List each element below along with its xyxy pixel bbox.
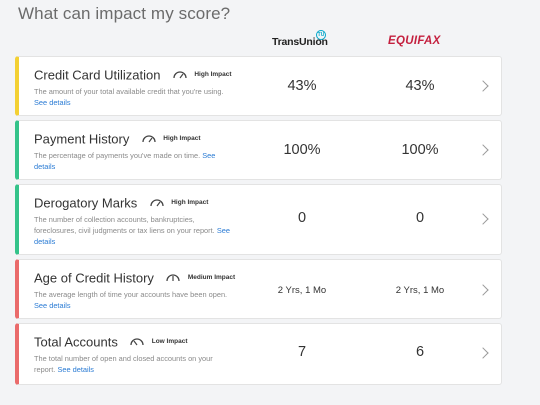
factor-description-text: The average length of time your accounts…: [34, 290, 228, 299]
chevron-right-icon[interactable]: [477, 80, 489, 92]
factor-description-text: The number of collection accounts, bankr…: [34, 215, 215, 235]
equifax-value: 2 Yrs, 1 Mo: [395, 285, 445, 296]
transunion-value: 7: [297, 344, 307, 360]
factor-description-text: The amount of your total available credi…: [34, 87, 224, 96]
impact-label: Low Impact: [151, 338, 188, 346]
factor-description-text: The percentage of payments you've made o…: [34, 151, 201, 160]
see-details-link[interactable]: See details: [34, 98, 71, 107]
equifax-value: 100%: [401, 142, 439, 158]
factor-title: Credit Card Utilization: [34, 67, 161, 83]
gauge-icon: [130, 338, 144, 346]
gauge-icon: [142, 135, 156, 143]
equifax-logo: EQUIFAX: [388, 35, 441, 47]
chevron-right-icon[interactable]: [477, 144, 489, 156]
transunion-value: 100%: [283, 142, 321, 158]
transunion-value: 0: [297, 210, 307, 226]
chevron-right-icon[interactable]: [477, 213, 489, 225]
factor-description: The total number of open and closed acco…: [34, 353, 230, 375]
gauge-icon: [173, 71, 187, 79]
gauge-icon: [150, 199, 164, 207]
gauge-icon: [166, 274, 181, 282]
transunion-value: 2 Yrs, 1 Mo: [277, 285, 327, 296]
factor-card-age-of-credit-history[interactable]: Age of Credit History Medium Impact The …: [15, 259, 502, 319]
factor-title: Payment History: [34, 131, 130, 147]
impact-label: High Impact: [163, 135, 201, 143]
see-details-link[interactable]: See details: [57, 365, 94, 374]
equifax-value: 6: [415, 344, 425, 360]
factor-card-payment-history[interactable]: Payment History High Impact The percenta…: [15, 120, 502, 180]
factor-description: The percentage of payments you've made o…: [34, 150, 230, 172]
impact-label: High Impact: [171, 199, 209, 207]
chevron-right-icon[interactable]: [477, 347, 489, 359]
factor-description: The average length of time your accounts…: [34, 289, 230, 311]
factor-card-credit-card-utilization[interactable]: Credit Card Utilization High Impact The …: [15, 56, 502, 116]
factor-description: The amount of your total available credi…: [34, 86, 230, 108]
bureau-header: TransUnion TU EQUIFAX: [0, 30, 540, 52]
factor-title: Age of Credit History: [34, 270, 154, 286]
transunion-value: 43%: [287, 78, 317, 94]
transunion-badge-icon: TU: [316, 30, 326, 40]
factor-card-total-accounts[interactable]: Total Accounts Low Impact The total numb…: [15, 323, 502, 385]
factor-title: Derogatory Marks: [34, 195, 138, 211]
factor-card-derogatory-marks[interactable]: Derogatory Marks High Impact The number …: [15, 184, 502, 255]
impact-label: Medium Impact: [187, 274, 236, 282]
page-title: What can impact my score?: [18, 4, 231, 23]
factor-description: The number of collection accounts, bankr…: [34, 214, 230, 247]
equifax-value: 0: [415, 210, 425, 226]
equifax-value: 43%: [405, 78, 435, 94]
factor-title: Total Accounts: [34, 334, 118, 350]
chevron-right-icon[interactable]: [477, 284, 489, 296]
see-details-link[interactable]: See details: [34, 301, 71, 310]
impact-label: High Impact: [194, 71, 232, 79]
